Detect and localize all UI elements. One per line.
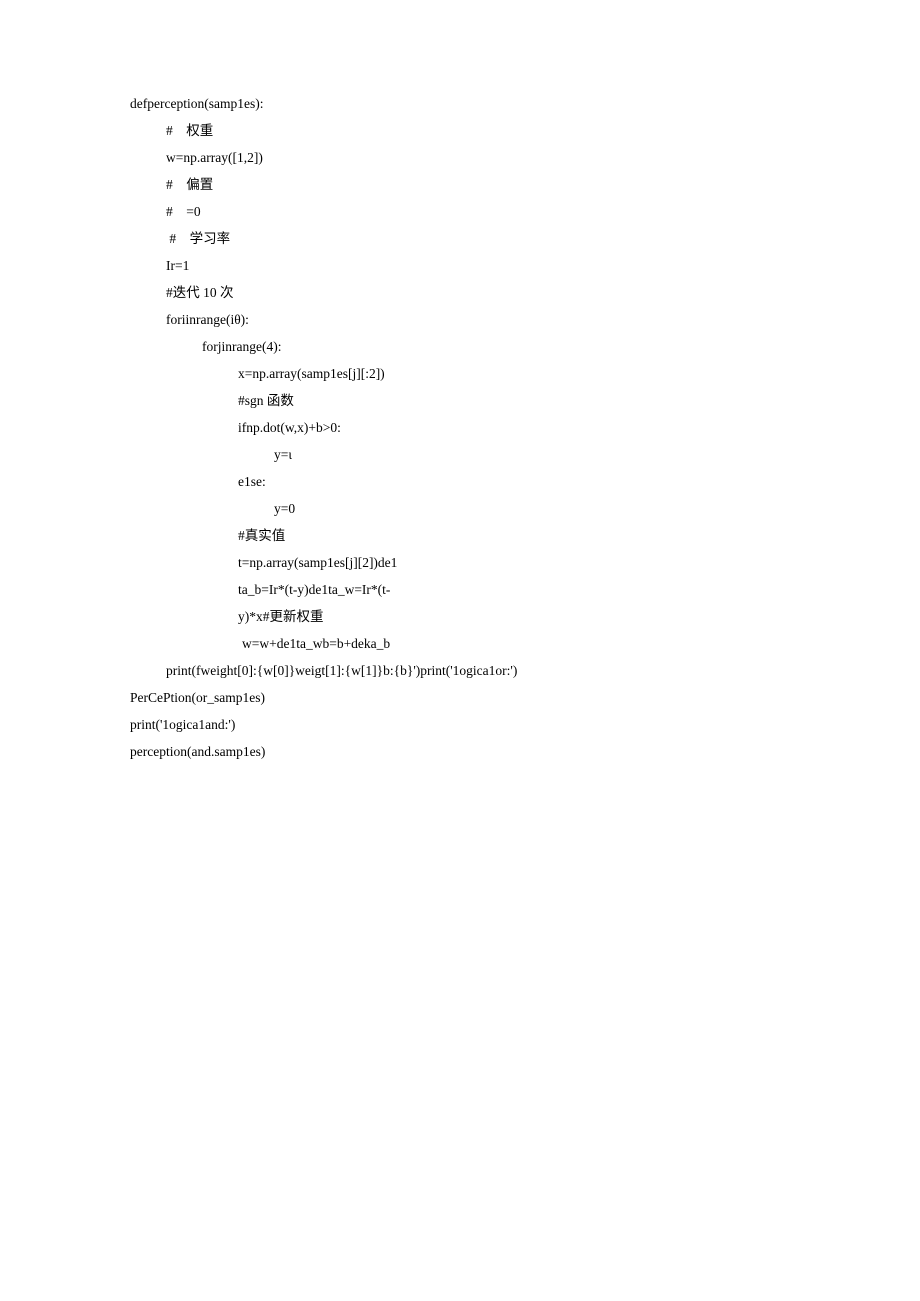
code-line: PerCePtion(or_samp1es) [130,684,790,711]
code-line: # 权重 [130,117,790,144]
code-line: e1se: [130,468,790,495]
code-line: foriinrange(iθ): [130,306,790,333]
code-line: # 偏置 [130,171,790,198]
code-line: y)*x#更新权重 [130,603,790,630]
code-line: #sgn 函数 [130,387,790,414]
code-line: defperception(samp1es): [130,90,790,117]
document-page: defperception(samp1es): # 权重 w=np.array(… [0,0,920,1301]
code-line: # =0 [130,198,790,225]
code-line: print('1ogica1and:') [130,711,790,738]
code-line: w=w+de1ta_wb=b+deka_b [130,630,790,657]
code-line: forjinrange(4): [130,333,790,360]
code-line: ifnp.dot(w,x)+b>0: [130,414,790,441]
code-line: perception(and.samp1es) [130,738,790,765]
code-line: print(fweight[0]:{w[0]}weigt[1]:{w[1]}b:… [130,657,790,684]
code-line: #迭代 10 次 [130,279,790,306]
code-line: w=np.array([1,2]) [130,144,790,171]
code-line: y=ι [130,441,790,468]
code-line: # 学习率 [130,225,790,252]
code-line: Ir=1 [130,252,790,279]
code-line: x=np.array(samp1es[j][:2]) [130,360,790,387]
code-line: #真实值 [130,522,790,549]
code-line: y=0 [130,495,790,522]
code-line: ta_b=Ir*(t-y)de1ta_w=Ir*(t- [130,576,790,603]
code-line: t=np.array(samp1es[j][2])de1 [130,549,790,576]
code-block: defperception(samp1es): # 权重 w=np.array(… [130,90,790,765]
